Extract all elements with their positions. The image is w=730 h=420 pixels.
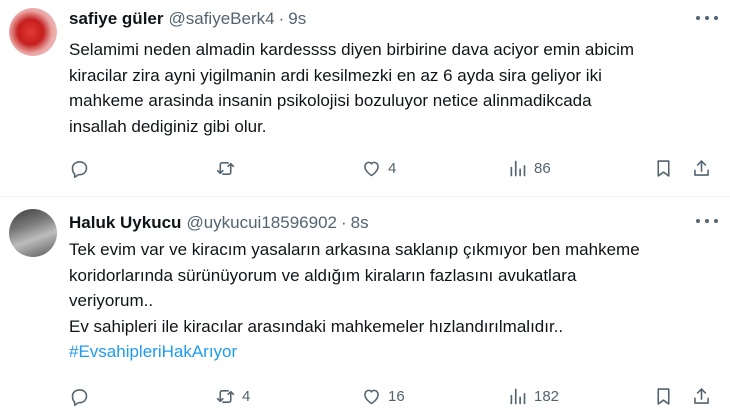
- like-count: 16: [388, 387, 405, 405]
- retweet-icon: [216, 389, 235, 403]
- views-button[interactable]: 182: [507, 384, 559, 408]
- timestamp[interactable]: 8s: [351, 213, 369, 233]
- text-line: Tek evim var ve kiracım yasaların arkası…: [69, 240, 640, 259]
- views-icon: [510, 388, 526, 404]
- views-count: 86: [534, 159, 551, 177]
- tweet-actions: 4 86: [69, 156, 719, 180]
- tweet-header: Haluk Uykucu @uykucui18596902 · 8s: [69, 212, 369, 234]
- author-name[interactable]: safiye güler: [69, 9, 164, 29]
- views-button[interactable]: 86: [507, 156, 551, 180]
- separator-dot: ·: [340, 213, 347, 232]
- timestamp[interactable]: 9s: [288, 9, 306, 29]
- retweet-count: 4: [242, 387, 251, 405]
- separator-dot: ·: [278, 9, 285, 28]
- like-button[interactable]: 16: [361, 384, 405, 408]
- like-button[interactable]: 4: [361, 156, 396, 180]
- tweet-header: safiye güler @safiyeBerk4 · 9s: [69, 8, 306, 30]
- text-line: insallah dediginiz gibi olur.: [69, 116, 267, 136]
- text-line: mahkeme arasinda insanin psikolojisi boz…: [69, 91, 592, 111]
- bookmark-button[interactable]: [653, 384, 674, 408]
- author-handle[interactable]: @safiyeBerk4: [169, 9, 275, 29]
- hashtag-link[interactable]: #EvsahipleriHakArıyor: [69, 339, 721, 365]
- reply-button[interactable]: [69, 384, 96, 408]
- heart-icon: [364, 161, 379, 176]
- author-name[interactable]: Haluk Uykucu: [69, 213, 181, 233]
- text-line: Ev sahipleri ile kiracılar arasındaki ma…: [69, 316, 564, 336]
- text-line: kiracilar zira ayni yigilmanin ardi kesi…: [69, 65, 602, 85]
- avatar[interactable]: [9, 209, 57, 257]
- text-line: Selamimi neden almadin kardessss diyen b…: [69, 40, 635, 59]
- share-icon: [694, 387, 709, 404]
- retweet-button[interactable]: [215, 156, 242, 180]
- heart-icon: [364, 389, 379, 404]
- retweet-icon: [216, 161, 235, 175]
- avatar[interactable]: [9, 8, 57, 56]
- share-icon: [694, 159, 709, 176]
- bookmark-button[interactable]: [653, 156, 674, 180]
- share-button[interactable]: [691, 384, 712, 408]
- bookmark-icon: [657, 159, 670, 177]
- bookmark-icon: [657, 387, 670, 405]
- reply-button[interactable]: [69, 156, 96, 180]
- views-count: 182: [534, 387, 560, 405]
- share-button[interactable]: [691, 156, 712, 180]
- reply-icon: [71, 160, 88, 178]
- tweet-text: Tek evim var ve kiracım yasaların arkası…: [69, 237, 721, 365]
- like-count: 4: [388, 159, 397, 177]
- more-icon[interactable]: [696, 213, 718, 229]
- tweet-actions: 4 16 182: [69, 384, 719, 408]
- more-icon[interactable]: [696, 10, 718, 26]
- retweet-button[interactable]: 4: [215, 384, 250, 408]
- tweet[interactable]: Haluk Uykucu @uykucui18596902 · 8s Tek e…: [0, 197, 730, 420]
- views-icon: [510, 160, 526, 176]
- text-line: koridorlarında sürünüyorum ve aldığım ki…: [69, 265, 577, 285]
- text-line: veriyorum..: [69, 291, 154, 311]
- tweet-text: Selamimi neden almadin kardessss diyen b…: [69, 37, 721, 139]
- author-handle[interactable]: @uykucui18596902: [186, 213, 337, 233]
- tweet[interactable]: safiye güler @safiyeBerk4 · 9s Selamimi …: [0, 0, 730, 197]
- reply-icon: [71, 388, 88, 406]
